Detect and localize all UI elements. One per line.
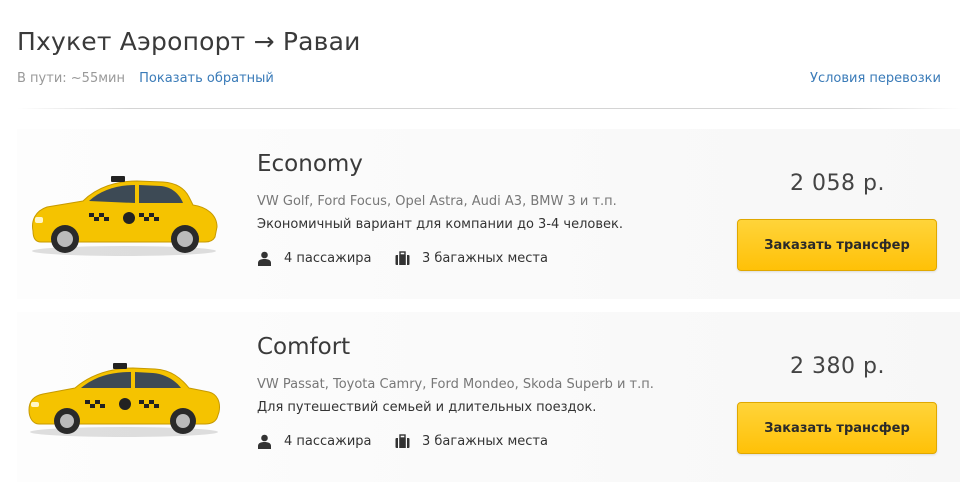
sedan-taxi-icon	[28, 363, 220, 437]
order-transfer-button[interactable]: Заказать трансфер	[737, 219, 937, 271]
person-icon	[258, 251, 271, 266]
class-description: Экономичный вариант для компании до 3-4 …	[257, 217, 623, 232]
class-description: Для путешествий семьей и длительных поез…	[257, 400, 597, 415]
price: 2 380 р.	[790, 354, 885, 379]
passenger-count: 4 пассажира	[284, 434, 372, 449]
transfer-option-comfort: Comfort VW Passat, Toyota Camry, Ford Mo…	[17, 312, 960, 482]
hatchback-taxi-icon	[32, 176, 218, 256]
person-icon	[258, 434, 271, 449]
class-name: Comfort	[257, 334, 351, 360]
travel-duration: В пути: ~55мин	[17, 71, 125, 86]
divider	[17, 108, 962, 109]
luggage-capacity: 3 багажных места	[395, 251, 548, 266]
class-name: Economy	[257, 151, 363, 177]
order-transfer-button[interactable]: Заказать трансфер	[737, 402, 937, 454]
luggage-capacity: 3 багажных места	[395, 434, 548, 449]
passenger-count: 4 пассажира	[284, 251, 372, 266]
passenger-capacity: 4 пассажира	[257, 251, 372, 266]
transfer-option-economy: Economy VW Golf, Ford Focus, Opel Astra,…	[17, 129, 960, 299]
suitcase-icon	[395, 434, 410, 448]
suitcase-icon	[395, 251, 410, 265]
route-info-bar: В пути: ~55мин Показать обратный Условия…	[17, 71, 941, 89]
page-title: Пхукет Аэропорт → Раваи	[17, 27, 361, 56]
passenger-capacity: 4 пассажира	[257, 434, 372, 449]
luggage-count: 3 багажных места	[422, 434, 548, 449]
transfer-terms-link[interactable]: Условия перевозки	[810, 71, 941, 86]
show-reverse-link[interactable]: Показать обратный	[139, 71, 274, 86]
price: 2 058 р.	[790, 171, 885, 196]
car-models: VW Passat, Toyota Camry, Ford Mondeo, Sk…	[257, 377, 654, 392]
luggage-count: 3 багажных места	[422, 251, 548, 266]
car-models: VW Golf, Ford Focus, Opel Astra, Audi A3…	[257, 194, 617, 209]
